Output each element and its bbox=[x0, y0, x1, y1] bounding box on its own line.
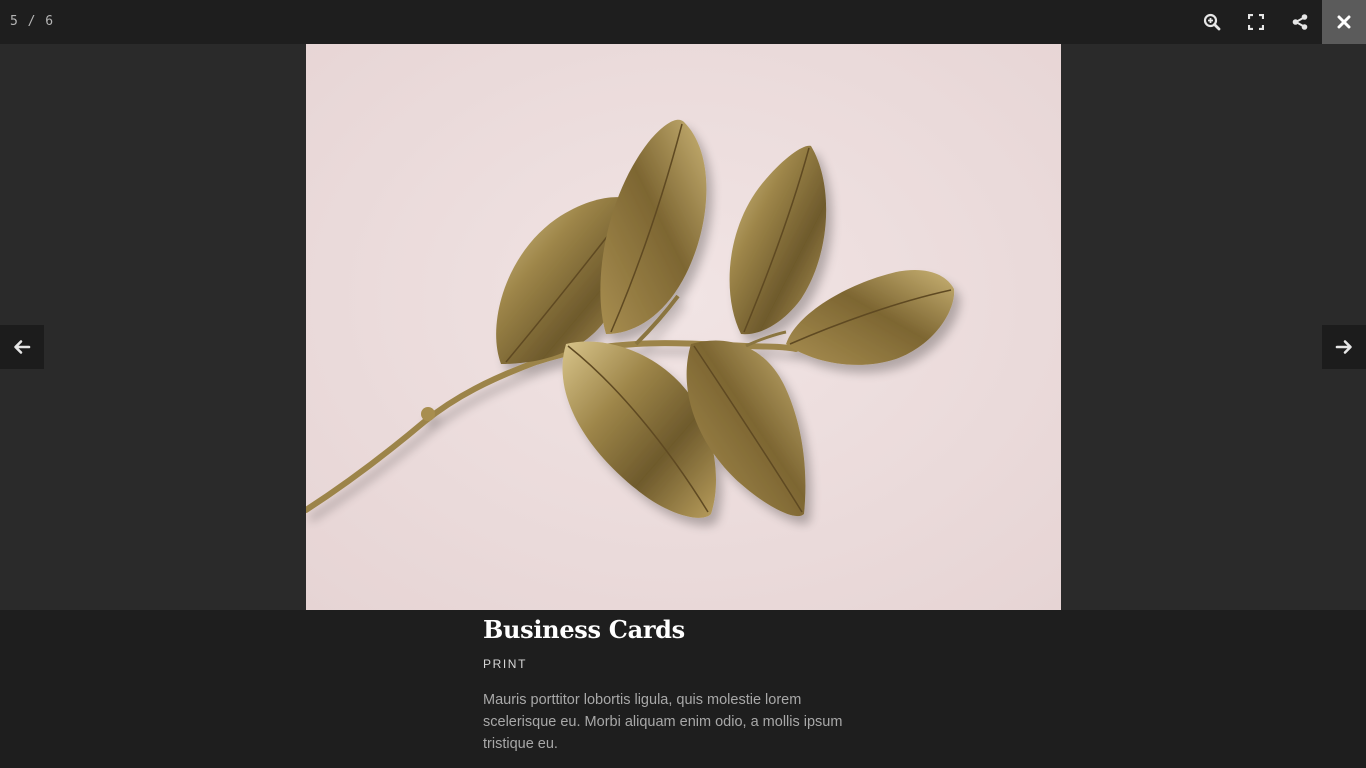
fullscreen-icon bbox=[1248, 14, 1264, 30]
next-button[interactable] bbox=[1322, 325, 1366, 369]
share-button[interactable] bbox=[1278, 0, 1322, 44]
fullscreen-button[interactable] bbox=[1234, 0, 1278, 44]
caption-title: Business Cards bbox=[483, 615, 685, 644]
zoom-in-icon bbox=[1203, 13, 1221, 31]
gold-leaf-branch-illustration bbox=[306, 44, 1061, 610]
arrow-right-icon bbox=[1335, 340, 1352, 354]
image-counter: 5 / 6 bbox=[10, 14, 55, 29]
share-icon bbox=[1292, 14, 1308, 30]
close-button[interactable] bbox=[1322, 0, 1366, 44]
gallery-image[interactable] bbox=[306, 44, 1061, 610]
caption-category: PRINT bbox=[483, 657, 527, 671]
arrow-left-icon bbox=[14, 340, 31, 354]
caption-description: Mauris porttitor lobortis ligula, quis m… bbox=[483, 692, 843, 752]
lightbox-stage bbox=[0, 44, 1366, 610]
previous-button[interactable] bbox=[0, 325, 44, 369]
lightbox-toolbar: 5 / 6 bbox=[0, 0, 1366, 44]
close-icon bbox=[1337, 15, 1351, 29]
zoom-button[interactable] bbox=[1190, 0, 1234, 44]
image-caption: Business Cards PRINT Mauris porttitor lo… bbox=[483, 614, 883, 755]
